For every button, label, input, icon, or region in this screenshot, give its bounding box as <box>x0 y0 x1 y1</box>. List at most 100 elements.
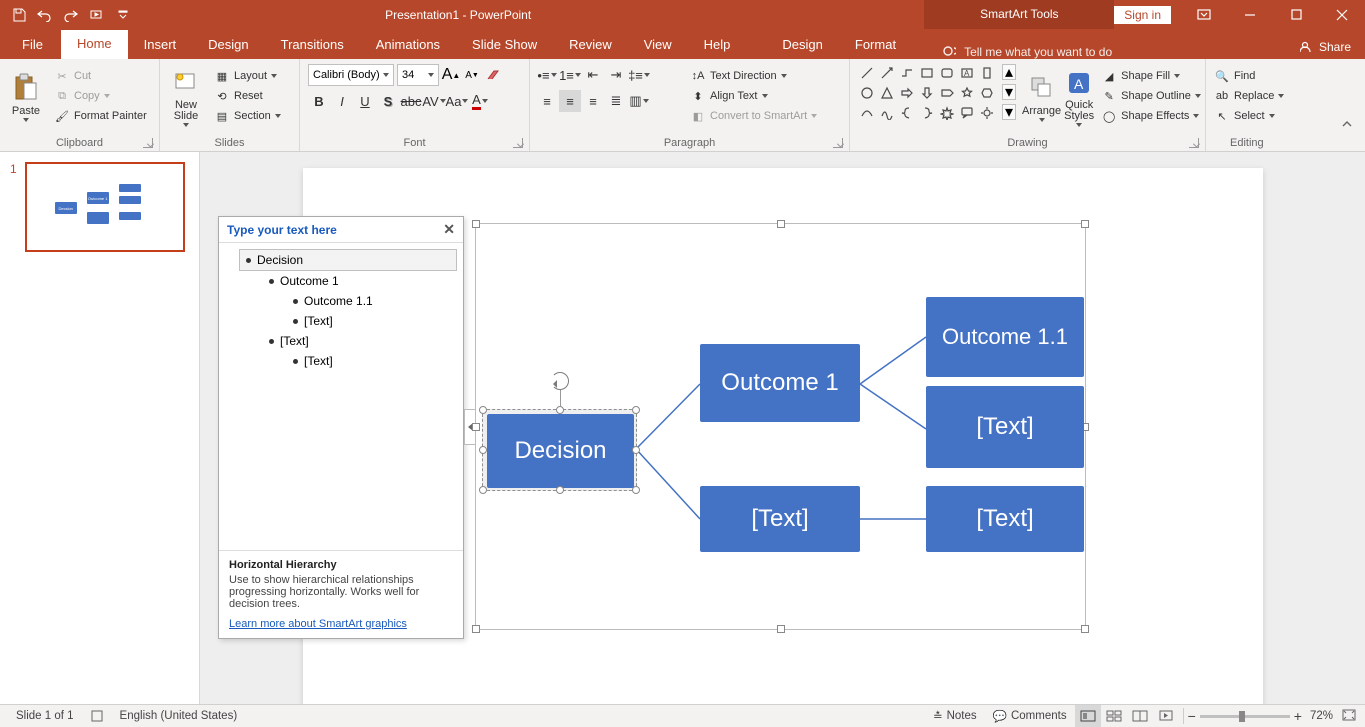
shapes-more-button[interactable]: ▾ <box>1002 104 1016 120</box>
redo-button[interactable] <box>58 1 84 29</box>
new-slide-button[interactable]: New Slide <box>164 62 208 132</box>
undo-button[interactable] <box>32 1 58 29</box>
align-text-button[interactable]: ⬍Align Text <box>686 87 821 105</box>
tab-review[interactable]: Review <box>553 31 628 59</box>
strikethrough-button[interactable]: abc <box>400 90 422 112</box>
smartart-node-selected[interactable]: Decision <box>482 409 637 491</box>
resize-handle[interactable] <box>777 625 785 633</box>
tab-home[interactable]: Home <box>61 30 128 59</box>
smartart-box[interactable]: [Text] <box>926 486 1084 552</box>
shape-hexagon-icon[interactable] <box>978 84 996 102</box>
bullets-button[interactable]: •≡ <box>536 64 558 86</box>
status-language[interactable]: English (United States) <box>112 705 246 727</box>
shrink-font-button[interactable]: A▼ <box>463 65 481 85</box>
resize-handle[interactable] <box>1081 220 1089 228</box>
layout-button[interactable]: ▦Layout <box>210 67 285 85</box>
minimize-button[interactable] <box>1227 0 1273 29</box>
comments-button[interactable]: 💬 Comments <box>985 705 1075 727</box>
resize-handle[interactable] <box>556 406 564 414</box>
paste-button[interactable]: Paste <box>4 62 48 132</box>
resize-handle[interactable] <box>632 406 640 414</box>
view-sorter-button[interactable] <box>1101 705 1127 727</box>
shape-star-icon[interactable] <box>958 84 976 102</box>
bold-button[interactable]: B <box>308 90 330 112</box>
shape-effects-button[interactable]: ◯Shape Effects <box>1097 107 1205 125</box>
dialog-launcher-button[interactable] <box>833 138 843 148</box>
view-normal-button[interactable] <box>1075 705 1101 727</box>
shape-arrow-icon[interactable] <box>878 64 896 82</box>
resize-handle[interactable] <box>479 486 487 494</box>
quick-styles-button[interactable]: A Quick Styles <box>1063 62 1095 132</box>
learn-more-link[interactable]: Learn more about SmartArt graphics <box>229 618 407 630</box>
zoom-control[interactable]: − + 72% <box>1188 708 1357 725</box>
shape-triangle-icon[interactable] <box>878 84 896 102</box>
zoom-slider[interactable] <box>1200 715 1290 718</box>
status-slide-number[interactable]: Slide 1 of 1 <box>8 705 82 727</box>
tab-slide-show[interactable]: Slide Show <box>456 31 553 59</box>
cut-button[interactable]: ✂Cut <box>50 67 151 85</box>
smartart-box[interactable]: Outcome 1 <box>700 344 860 422</box>
shape-sun-icon[interactable] <box>978 104 996 122</box>
zoom-slider-thumb[interactable] <box>1239 711 1245 722</box>
tab-insert[interactable]: Insert <box>128 31 193 59</box>
resize-handle[interactable] <box>472 423 480 431</box>
textpane-item[interactable]: [Text] <box>287 311 457 331</box>
font-name-select[interactable]: Calibri (Body) <box>308 64 394 86</box>
close-button[interactable] <box>1319 0 1365 29</box>
tab-view[interactable]: View <box>628 31 688 59</box>
qat-customize-button[interactable] <box>110 1 136 29</box>
select-button[interactable]: ↖Select <box>1210 107 1288 125</box>
tab-design[interactable]: Design <box>192 31 264 59</box>
shape-line-icon[interactable] <box>858 64 876 82</box>
reset-button[interactable]: ⟲Reset <box>210 87 285 105</box>
tab-animations[interactable]: Animations <box>360 31 456 59</box>
shape-curve2-icon[interactable] <box>878 104 896 122</box>
align-right-button[interactable]: ≡ <box>582 90 604 112</box>
justify-button[interactable]: ≣ <box>605 90 627 112</box>
shape-outline-button[interactable]: ✎Shape Outline <box>1097 87 1205 105</box>
font-color-button[interactable]: A <box>469 90 491 112</box>
notes-button[interactable]: ≛ Notes <box>925 705 985 727</box>
rotate-handle[interactable] <box>551 372 569 390</box>
shadow-button[interactable]: S <box>377 90 399 112</box>
shape-arrow-r-icon[interactable] <box>898 84 916 102</box>
start-from-beginning-button[interactable] <box>84 1 110 29</box>
copy-button[interactable]: ⧉Copy <box>50 87 151 105</box>
shape-arrow-d-icon[interactable] <box>918 84 936 102</box>
resize-handle[interactable] <box>632 486 640 494</box>
textpane-item[interactable]: Decision <box>239 249 457 271</box>
dialog-launcher-button[interactable] <box>143 138 153 148</box>
tell-me-search[interactable]: Tell me what you want to do <box>942 45 1112 59</box>
clear-formatting-button[interactable] <box>484 65 502 85</box>
textpane-item[interactable]: [Text] <box>287 351 457 371</box>
zoom-value[interactable]: 72% <box>1306 710 1337 722</box>
shape-pentagon-icon[interactable] <box>938 84 956 102</box>
view-reading-button[interactable] <box>1127 705 1153 727</box>
tab-help[interactable]: Help <box>688 31 747 59</box>
char-spacing-button[interactable]: AV <box>423 90 445 112</box>
text-direction-button[interactable]: ↕AText Direction <box>686 67 821 85</box>
align-center-button[interactable]: ≡ <box>559 90 581 112</box>
resize-handle[interactable] <box>1081 625 1089 633</box>
shape-brace-r-icon[interactable] <box>918 104 936 122</box>
textpane-item[interactable]: Outcome 1.1 <box>287 291 457 311</box>
font-size-select[interactable]: 34 <box>397 64 439 86</box>
share-button[interactable]: Share <box>1300 35 1351 59</box>
signin-button[interactable]: Sign in <box>1114 6 1171 24</box>
textpane-item[interactable]: Outcome 1 <box>263 271 457 291</box>
shape-text-icon[interactable]: A <box>958 64 976 82</box>
collapse-ribbon-button[interactable] <box>1341 119 1353 129</box>
shape-text-vert-icon[interactable] <box>978 64 996 82</box>
shape-roundrect-icon[interactable] <box>938 64 956 82</box>
replace-button[interactable]: abReplace <box>1210 87 1288 105</box>
tab-file[interactable]: File <box>4 31 61 59</box>
format-painter-button[interactable]: 🖌Format Painter <box>50 107 151 125</box>
fit-to-window-button[interactable] <box>1341 708 1357 725</box>
italic-button[interactable]: I <box>331 90 353 112</box>
smartart-box[interactable]: Outcome 1.1 <box>926 297 1084 377</box>
resize-handle[interactable] <box>632 446 640 454</box>
ribbon-display-options-button[interactable] <box>1181 0 1227 29</box>
align-left-button[interactable]: ≡ <box>536 90 558 112</box>
tab-smartart-format[interactable]: Format <box>839 31 912 59</box>
shape-callout-icon[interactable] <box>958 104 976 122</box>
